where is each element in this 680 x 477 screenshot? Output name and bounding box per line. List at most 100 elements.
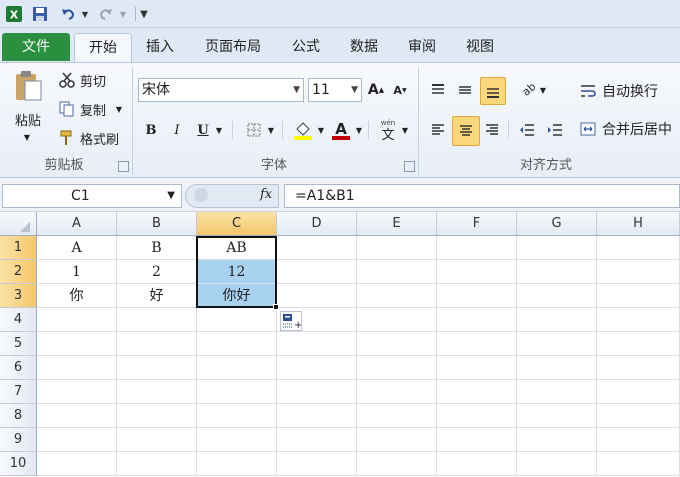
row-header-9[interactable]: 9 [0,428,37,452]
cell-g8[interactable] [517,404,597,428]
cell-b3[interactable]: 好 [117,284,197,308]
wrap-text-button[interactable]: 自动换行 [602,81,672,101]
tab-data[interactable]: 数据 [338,33,390,61]
cell-h3[interactable] [597,284,680,308]
cell-a7[interactable] [37,380,117,404]
cell-e2[interactable] [357,260,437,284]
cell-d8[interactable] [277,404,357,428]
name-box-dropdown-icon[interactable]: ▼ [167,185,175,207]
cell-a8[interactable] [37,404,117,428]
merge-center-button[interactable]: 合并后居中 [602,119,680,139]
font-size-dropdown-icon[interactable]: ▼ [351,79,358,101]
cell-b7[interactable] [117,380,197,404]
cell-h2[interactable] [597,260,680,284]
cell-h4[interactable] [597,308,680,332]
cell-d1[interactable] [277,236,357,260]
cell-a6[interactable] [37,356,117,380]
cell-e8[interactable] [357,404,437,428]
column-header-c[interactable]: C [197,212,277,236]
font-size-combo[interactable]: 11 ▼ [308,78,362,102]
cell-e6[interactable] [357,356,437,380]
cell-d5[interactable] [277,332,357,356]
cell-c5[interactable] [197,332,277,356]
align-center-icon[interactable] [452,116,480,146]
cell-h7[interactable] [597,380,680,404]
column-header-e[interactable]: E [357,212,437,236]
cell-f6[interactable] [437,356,517,380]
cell-f4[interactable] [437,308,517,332]
customize-qat-icon[interactable]: ▼ [138,5,150,23]
cell-g6[interactable] [517,356,597,380]
row-header-3[interactable]: 3 [0,284,37,308]
decrease-indent-icon[interactable] [516,117,538,143]
cell-g4[interactable] [517,308,597,332]
paste-dropdown-icon[interactable]: ▼ [20,131,34,143]
tab-home[interactable]: 开始 [74,33,132,62]
undo-icon[interactable] [58,5,78,23]
clipboard-launcher-icon[interactable] [118,161,129,172]
format-painter-button[interactable]: 格式刷 [80,129,128,148]
increase-indent-icon[interactable] [544,117,566,143]
excel-icon[interactable]: X [4,5,24,23]
cell-b8[interactable] [117,404,197,428]
cell-e9[interactable] [357,428,437,452]
cell-f2[interactable] [437,260,517,284]
cell-e10[interactable] [357,452,437,476]
redo-dropdown-icon[interactable]: ▼ [118,5,128,23]
cell-b6[interactable] [117,356,197,380]
cell-f1[interactable] [437,236,517,260]
align-bottom-icon[interactable] [480,77,506,105]
cell-d9[interactable] [277,428,357,452]
cell-e3[interactable] [357,284,437,308]
cell-g2[interactable] [517,260,597,284]
row-header-5[interactable]: 5 [0,332,37,356]
align-right-icon[interactable] [482,117,502,143]
cell-h6[interactable] [597,356,680,380]
cell-b4[interactable] [117,308,197,332]
cell-g1[interactable] [517,236,597,260]
cell-a1[interactable]: A [37,236,117,260]
insert-function-icon[interactable]: fx [260,187,272,202]
cell-a2[interactable]: 1 [37,260,117,284]
tab-view[interactable]: 视图 [454,33,506,61]
cell-g9[interactable] [517,428,597,452]
align-left-icon[interactable] [428,117,448,143]
column-header-b[interactable]: B [117,212,197,236]
cell-h1[interactable] [597,236,680,260]
cell-d10[interactable] [277,452,357,476]
formula-input[interactable]: =A1&B1 [284,184,680,208]
cell-e7[interactable] [357,380,437,404]
tab-page-layout[interactable]: 页面布局 [192,33,274,61]
name-box[interactable]: C1 ▼ [2,184,182,208]
cell-b10[interactable] [117,452,197,476]
italic-button[interactable]: I [168,119,186,141]
align-top-icon[interactable] [428,79,448,101]
cell-g5[interactable] [517,332,597,356]
cell-h8[interactable] [597,404,680,428]
cell-a4[interactable] [37,308,117,332]
copy-dropdown-icon[interactable]: ▼ [114,102,124,116]
cell-b5[interactable] [117,332,197,356]
redo-icon[interactable] [96,5,116,23]
phonetic-dropdown-icon[interactable]: ▼ [400,121,410,139]
paste-button[interactable]: 粘贴 [10,109,46,129]
cell-d2[interactable] [277,260,357,284]
cell-f7[interactable] [437,380,517,404]
cell-d6[interactable] [277,356,357,380]
tab-formulas[interactable]: 公式 [280,33,332,61]
cell-b9[interactable] [117,428,197,452]
cell-f10[interactable] [437,452,517,476]
row-header-1[interactable]: 1 [0,236,37,260]
cell-f3[interactable] [437,284,517,308]
cell-e5[interactable] [357,332,437,356]
cell-d3[interactable] [277,284,357,308]
tab-review[interactable]: 审阅 [396,33,448,61]
column-header-h[interactable]: H [597,212,680,236]
cell-f9[interactable] [437,428,517,452]
cell-a9[interactable] [37,428,117,452]
borders-dropdown-icon[interactable]: ▼ [266,121,276,139]
column-header-a[interactable]: A [37,212,117,236]
font-color-icon[interactable]: A [330,117,352,143]
cell-h5[interactable] [597,332,680,356]
select-all-button[interactable] [0,212,37,236]
